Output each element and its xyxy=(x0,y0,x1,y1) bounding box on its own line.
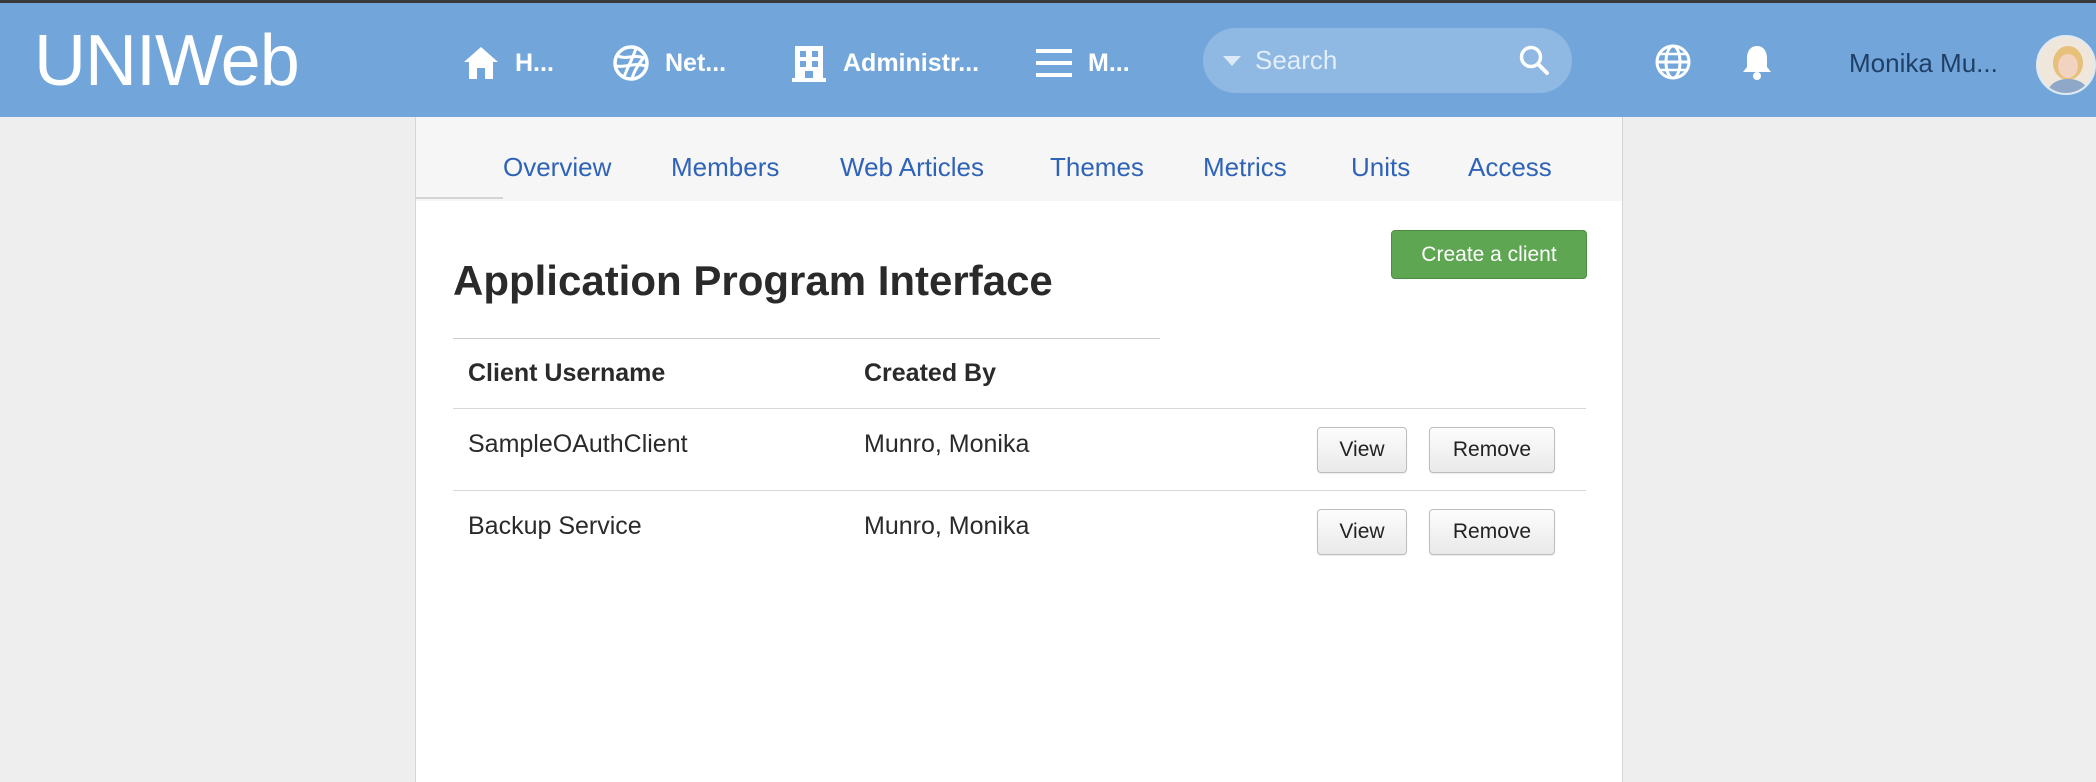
user-name[interactable]: Monika Mu... xyxy=(1849,48,1998,79)
nav-item-network-label: Net... xyxy=(665,48,727,77)
nav-item-home[interactable]: H... xyxy=(461,41,554,85)
client-username-cell: Backup Service xyxy=(468,512,642,540)
search-box[interactable] xyxy=(1203,28,1572,93)
table-header-divider xyxy=(453,408,1586,409)
remove-button[interactable]: Remove xyxy=(1429,427,1555,473)
tab-metrics[interactable]: Metrics xyxy=(1203,152,1287,183)
search-input[interactable] xyxy=(1255,40,1505,81)
column-header-created-by: Created By xyxy=(864,359,996,387)
view-button[interactable]: View xyxy=(1317,427,1407,473)
nav-item-menu-label: M... xyxy=(1088,48,1130,77)
search-scope-dropdown-icon[interactable] xyxy=(1223,55,1241,66)
network-icon xyxy=(611,43,651,83)
created-by-cell: Munro, Monika xyxy=(864,430,1030,458)
tab-themes[interactable]: Themes xyxy=(1050,152,1144,183)
tab-members[interactable]: Members xyxy=(671,152,779,183)
created-by-cell: Munro, Monika xyxy=(864,512,1030,540)
app-logo[interactable]: UNIWeb xyxy=(34,21,300,101)
content-panel: Overview Members Web Articles Themes Met… xyxy=(415,117,1623,782)
tab-web-articles[interactable]: Web Articles xyxy=(840,152,984,183)
search-icon[interactable] xyxy=(1518,44,1550,81)
menu-icon xyxy=(1034,43,1074,83)
nav-item-menu[interactable]: M... xyxy=(1034,41,1130,85)
building-icon xyxy=(789,43,829,83)
top-navigation-bar: UNIWeb H... Net... Administr... M... Sea… xyxy=(0,0,2096,117)
tab-overview[interactable]: Overview xyxy=(503,152,611,183)
avatar[interactable] xyxy=(2036,35,2096,95)
tab-units[interactable]: Units xyxy=(1351,152,1410,183)
bell-icon[interactable] xyxy=(1740,43,1774,86)
column-header-client-username: Client Username xyxy=(468,359,666,387)
remove-button[interactable]: Remove xyxy=(1429,509,1555,555)
page-title: Application Program Interface xyxy=(453,257,1053,304)
nav-item-administration-label: Administr... xyxy=(843,48,980,77)
client-username-cell: SampleOAuthClient xyxy=(468,430,688,458)
nav-item-administration[interactable]: Administr... xyxy=(789,41,979,85)
table-row-divider xyxy=(453,490,1586,491)
globe-icon[interactable] xyxy=(1654,43,1692,86)
create-client-button[interactable]: Create a client xyxy=(1391,230,1587,279)
title-divider xyxy=(453,338,1160,339)
nav-item-home-label: H... xyxy=(515,48,554,77)
view-button[interactable]: View xyxy=(1317,509,1407,555)
nav-item-network[interactable]: Net... xyxy=(611,41,726,85)
tab-divider xyxy=(416,197,503,199)
tab-bar: Overview Members Web Articles Themes Met… xyxy=(416,117,1622,201)
tab-access[interactable]: Access xyxy=(1468,152,1552,183)
home-icon xyxy=(461,43,501,83)
